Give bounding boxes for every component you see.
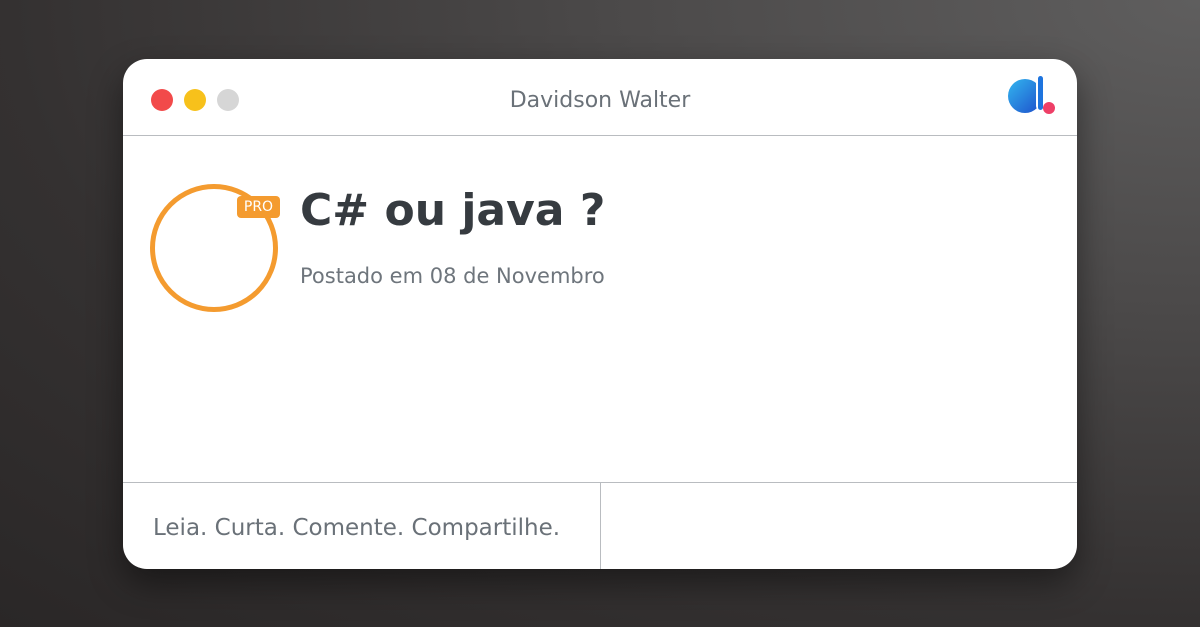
post-title: C# ou java ? [300,185,606,236]
pro-badge: PRO [237,196,280,218]
window-title: Davidson Walter [509,88,691,113]
post-card: Davidson Walter PRO C# ou java ? Postado… [123,59,1077,569]
brand-logo-icon[interactable] [1007,75,1059,123]
card-footer: Leia. Curta. Comente. Compartilhe. [123,482,1077,569]
post-date: Postado em 08 de Novembro [300,264,605,288]
author-avatar[interactable]: PRO [150,184,280,312]
footer-tagline: Leia. Curta. Comente. Compartilhe. [153,515,561,541]
window-titlebar: Davidson Walter [123,59,1077,136]
footer-tagline-panel: Leia. Curta. Comente. Compartilhe. [123,483,601,569]
